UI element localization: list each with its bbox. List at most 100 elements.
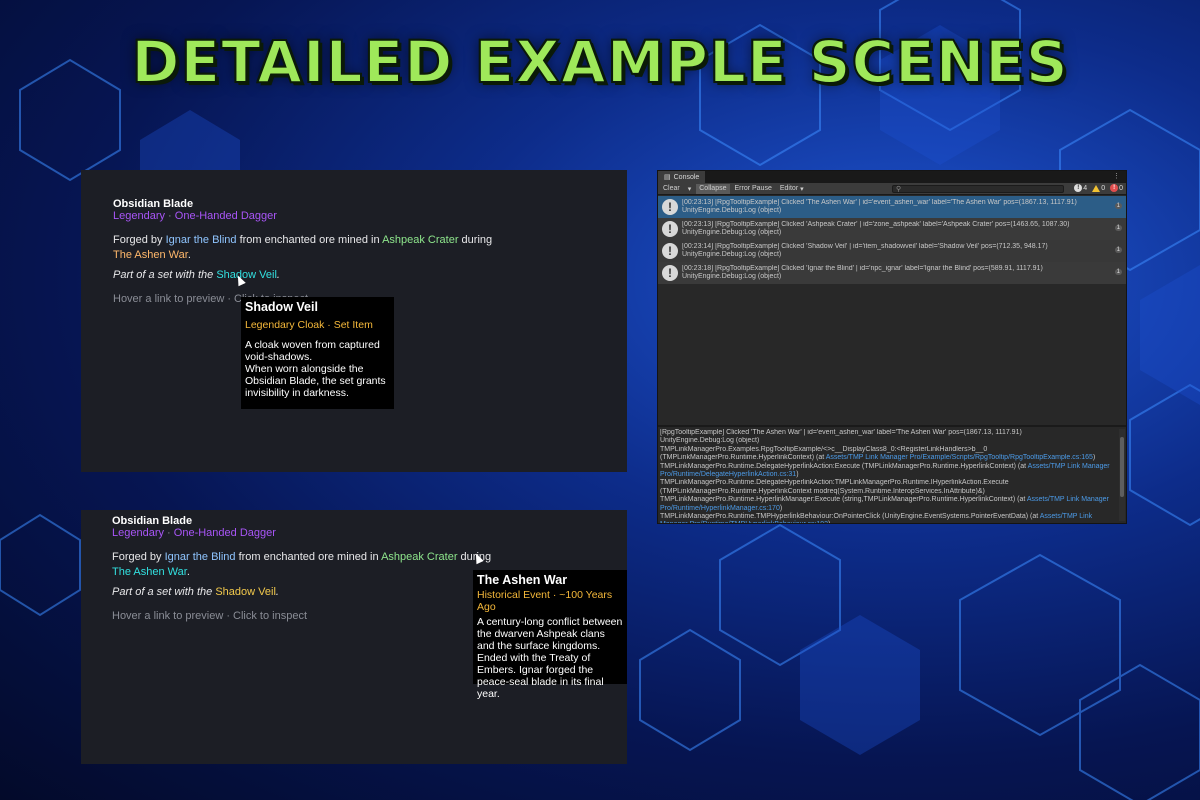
info-count-toggle[interactable]: ! 4 — [1074, 184, 1087, 192]
detail-text: ) — [1092, 454, 1096, 462]
desc-text: Forged by — [112, 551, 165, 563]
log-stack: UnityEngine.Debug:Log (object) — [682, 273, 782, 280]
error-count-toggle[interactable]: ! 0 — [1110, 184, 1123, 192]
tab-console[interactable]: ▤ Console — [658, 171, 706, 183]
console-search-input[interactable]: ⚲ — [892, 185, 1064, 193]
error-count: 0 — [1119, 184, 1123, 192]
desc-text: . — [187, 249, 191, 261]
log-message: [00:23:13] [RpgTooltipExample] Clicked '… — [682, 221, 1070, 228]
log-message: [00:23:13] [RpgTooltipExample] Clicked '… — [682, 199, 1077, 206]
detail-line: TMPLinkManagerPro.Runtime.TMPHyperlinkBe… — [660, 513, 1116, 523]
log-message: [00:23:14] [RpgTooltipExample] Clicked '… — [682, 243, 1048, 250]
clear-label: Clear — [663, 185, 680, 192]
info-log-icon: ! — [662, 243, 678, 259]
link-zone-ashpeak[interactable]: Ashpeak Crater — [381, 551, 457, 563]
editor-label: Editor — [779, 185, 799, 192]
info-log-icon: ! — [662, 221, 678, 237]
log-stack: UnityEngine.Debug:Log (object) — [682, 251, 782, 258]
tooltip-body-2: When worn alongside the Obsidian Blade, … — [245, 363, 386, 399]
tooltip-body-2: Ended with the Treaty of Embers. Ignar f… — [477, 652, 604, 700]
scrollbar-thumb[interactable] — [1120, 437, 1124, 497]
item-name: Obsidian Blade — [113, 198, 194, 210]
search-icon: ⚲ — [896, 186, 902, 193]
item-separator: · — [165, 210, 175, 222]
error-pause-toggle[interactable]: Error Pause — [732, 184, 775, 194]
log-entry[interactable]: ! [00:23:13] [RpgTooltipExample] Clicked… — [658, 218, 1126, 240]
hint-text: Hover a link to preview · Click to inspe… — [112, 610, 308, 622]
item-description: Forged by Ignar the Blind from enchanted… — [113, 233, 513, 263]
item-rarity: Legendary — [113, 210, 165, 222]
link-npc-ignar[interactable]: Ignar the Blind — [165, 551, 236, 563]
item-type: One-Handed Dagger — [174, 210, 277, 222]
set-prefix: Part of a set with the — [113, 269, 217, 281]
desc-text: from enchanted ore mined in — [235, 551, 382, 563]
log-count-badge: 1 — [1114, 203, 1122, 209]
log-stack: UnityEngine.Debug:Log (object) — [682, 229, 782, 236]
log-entry-list: ! [00:23:13] [RpgTooltipExample] Clicked… — [658, 196, 1126, 427]
tab-console-label: Console — [673, 173, 700, 181]
detail-line: (TMPLinkManagerPro.Runtime.HyperlinkCont… — [660, 487, 985, 495]
link-item-shadow-veil[interactable]: Shadow Veil — [215, 586, 276, 598]
detail-text: (TMPLinkManagerPro.Runtime.HyperlinkCont… — [660, 454, 826, 462]
link-event-ashen-war[interactable]: The Ashen War — [112, 566, 187, 578]
tooltip-ashen-war: The Ashen War Historical Event · ~100 Ye… — [473, 570, 627, 700]
detail-line: TMPLinkManagerPro.Runtime.HyperlinkManag… — [660, 496, 1116, 513]
detail-line: [RpgTooltipExample] Clicked 'The Ashen W… — [660, 429, 1022, 436]
item-name: Obsidian Blade — [112, 515, 193, 527]
item-description: Forged by Ignar the Blind from enchanted… — [112, 550, 512, 580]
detail-text: ) — [779, 504, 783, 512]
tooltip-title: Shadow Veil — [245, 300, 318, 314]
detail-text: ) — [796, 471, 799, 479]
tooltip-body-1: A century-long conflict between the dwar… — [477, 616, 623, 652]
kebab-menu-icon[interactable]: ⋮ — [1113, 172, 1120, 180]
desc-text: during — [458, 234, 493, 246]
tooltip-title: The Ashen War — [477, 573, 568, 587]
desc-text: from enchanted ore mined in — [236, 234, 383, 246]
set-end: . — [275, 586, 279, 598]
page-title: DETAILED EXAMPLE SCENES — [130, 27, 1069, 97]
error-pause-label: Error Pause — [734, 185, 772, 192]
collapse-label: Collapse — [699, 185, 727, 192]
desc-text: . — [186, 566, 190, 578]
log-entry[interactable]: ! [00:23:13] [RpgTooltipExample] Clicked… — [658, 196, 1126, 218]
log-counts: ! 4 0 ! 0 — [1074, 184, 1123, 192]
warning-count: 0 — [1101, 184, 1106, 192]
warning-icon — [1092, 184, 1101, 192]
log-count-badge: 1 — [1114, 225, 1122, 231]
detail-line: TMPLinkManagerPro.Runtime.DelegateHyperl… — [660, 463, 1116, 480]
collapse-toggle[interactable]: Collapse — [696, 183, 730, 194]
link-item-shadow-veil[interactable]: Shadow Veil — [216, 269, 277, 281]
clear-dropdown-icon[interactable]: ▾ — [685, 184, 695, 194]
info-log-icon: ! — [662, 199, 678, 215]
log-stack: UnityEngine.Debug:Log (object) — [682, 207, 782, 214]
clear-button[interactable]: Clear — [660, 184, 683, 194]
link-zone-ashpeak[interactable]: Ashpeak Crater — [382, 234, 458, 246]
scene-panel-shadow-veil: Obsidian Blade Legendary · One-Handed Da… — [81, 170, 627, 472]
error-icon: ! — [1110, 184, 1119, 192]
item-separator: · — [164, 527, 174, 539]
console-toolbar: Clear ▾ Collapse Error Pause Editor ▾ ⚲ … — [658, 183, 1126, 195]
set-line: Part of a set with the Shadow Veil. — [113, 269, 280, 281]
item-subtitle: Legendary · One-Handed Dagger — [112, 527, 276, 539]
detail-scrollbar[interactable] — [1119, 429, 1125, 521]
log-message: [00:23:18] [RpgTooltipExample] Clicked '… — [682, 265, 1043, 272]
detail-line: TMPLinkManagerPro.Examples.RpgTooltipExa… — [660, 445, 988, 453]
warning-count-toggle[interactable]: 0 — [1092, 184, 1105, 192]
log-detail-pane: [RpgTooltipExample] Clicked 'The Ashen W… — [659, 427, 1117, 523]
unity-console-window: ▤ Console ⋮ Clear ▾ Collapse Error Pause… — [657, 170, 1127, 524]
stack-link[interactable]: Assets/TMP Link Manager Pro/Example/Scri… — [826, 454, 1093, 461]
set-prefix: Part of a set with the — [112, 586, 216, 598]
log-entry[interactable]: ! [00:23:14] [RpgTooltipExample] Clicked… — [658, 240, 1126, 262]
console-icon: ▤ — [664, 174, 671, 181]
link-event-ashen-war[interactable]: The Ashen War — [113, 249, 188, 261]
detail-text: TMPLinkManagerPro.Runtime.DelegateHyperl… — [660, 462, 1028, 470]
item-type: One-Handed Dagger — [173, 527, 276, 539]
editor-dropdown[interactable]: Editor ▾ — [777, 184, 807, 194]
link-npc-ignar[interactable]: Ignar the Blind — [166, 234, 237, 246]
scene-panel-ashen-war: Obsidian Blade Legendary · One-Handed Da… — [81, 510, 627, 764]
log-count-badge: 1 — [1114, 269, 1122, 275]
tooltip-subtitle: Legendary Cloak · Set Item — [245, 319, 373, 331]
info-icon: ! — [1074, 184, 1083, 192]
set-end: . — [276, 269, 280, 281]
log-entry[interactable]: ! [00:23:18] [RpgTooltipExample] Clicked… — [658, 262, 1126, 284]
